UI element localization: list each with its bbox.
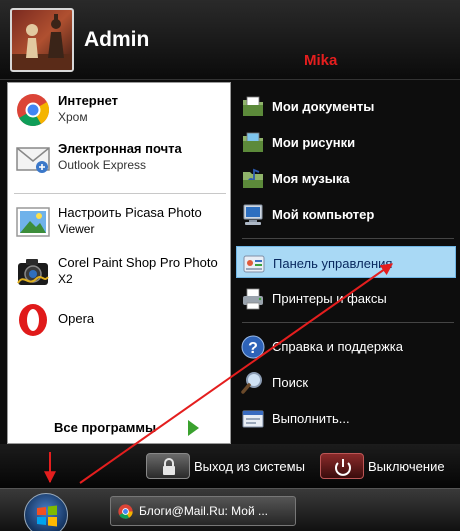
chess-icon	[12, 14, 72, 70]
all-programs-label: Все программы	[54, 420, 157, 435]
place-label: Мои рисунки	[272, 135, 356, 150]
printer-icon	[243, 288, 263, 310]
recent-item-picasa[interactable]: Настроить Picasa Photo Viewer	[12, 199, 228, 245]
place-my-pictures[interactable]: Мои рисунки	[236, 126, 456, 158]
user-name: Admin	[84, 28, 150, 51]
place-printers[interactable]: Принтеры и факсы	[236, 282, 456, 314]
start-menu-footer: Выход из системы Выключение	[0, 444, 460, 488]
corel-icon	[17, 259, 49, 285]
pane-separator	[14, 193, 226, 194]
arrow-right-icon	[188, 420, 199, 436]
pinned-item-subtitle: Хром	[58, 110, 88, 124]
pane-separator	[242, 322, 454, 323]
pinned-item-subtitle: Outlook Express	[58, 158, 147, 172]
music-icon	[243, 168, 263, 188]
place-label: Принтеры и факсы	[272, 291, 387, 306]
place-my-music[interactable]: Моя музыка	[236, 162, 456, 194]
start-menu-header: Admin Mika	[0, 0, 460, 80]
place-my-documents[interactable]: Мои документы	[236, 90, 456, 122]
place-label: Справка и поддержка	[272, 339, 403, 354]
place-my-computer[interactable]: Мой компьютер	[236, 198, 456, 230]
svg-text:?: ?	[248, 340, 258, 357]
shutdown-button-frame	[320, 453, 364, 479]
recent-item-corel[interactable]: Corel Paint Shop Pro Photo X2	[12, 249, 228, 295]
control-panel-icon	[243, 255, 265, 273]
place-help[interactable]: ? Справка и поддержка	[236, 330, 456, 362]
logoff-button-frame	[146, 453, 190, 479]
lock-icon	[163, 458, 175, 475]
chrome-icon	[17, 94, 50, 127]
opera-icon	[19, 304, 47, 336]
chrome-icon	[118, 504, 133, 519]
logoff-label: Выход из системы	[194, 459, 305, 474]
recent-item-line1: Corel Paint Shop Pro Photo	[58, 255, 218, 270]
taskbar-window-button[interactable]: Блоги@Mail.Ru: Мой ...	[110, 496, 296, 526]
place-label: Мой компьютер	[272, 207, 375, 222]
taskbar: Блоги@Mail.Ru: Мой ...	[0, 488, 460, 531]
recent-item-line2: Viewer	[58, 222, 95, 236]
place-label: Панель управления	[273, 256, 393, 271]
documents-icon	[243, 96, 263, 116]
picasa-icon	[16, 207, 50, 237]
user-avatar[interactable]	[10, 8, 74, 72]
search-icon	[241, 372, 262, 394]
help-icon: ?	[241, 335, 265, 359]
pane-separator	[242, 238, 454, 239]
pinned-item-title: Интернет	[58, 93, 119, 108]
programs-pane: Интернет Хром Электронная почта Outlook …	[7, 82, 231, 444]
place-label: Поиск	[272, 375, 309, 390]
places-pane: Мои документы Мои рисунки Моя музыка Мой…	[232, 82, 460, 444]
pictures-icon	[243, 132, 263, 152]
place-search[interactable]: Поиск	[236, 366, 456, 398]
power-icon	[335, 459, 351, 476]
place-run[interactable]: Выполнить...	[236, 402, 456, 434]
pinned-item-internet[interactable]: Интернет Хром	[12, 87, 228, 133]
place-label: Моя музыка	[272, 171, 350, 186]
all-programs-button[interactable]: Все программы	[8, 413, 230, 443]
computer-icon	[243, 204, 263, 225]
mail-icon	[16, 147, 50, 173]
place-label: Мои документы	[272, 99, 375, 114]
run-icon	[242, 410, 264, 428]
recent-item-opera[interactable]: Opera	[12, 297, 228, 343]
place-label: Выполнить...	[272, 411, 350, 426]
place-control-panel[interactable]: Панель управления	[236, 246, 456, 278]
windows-logo-icon	[37, 505, 57, 527]
pinned-item-email[interactable]: Электронная почта Outlook Express	[12, 135, 228, 181]
watermark-text: Mika	[304, 52, 338, 69]
taskbar-window-title: Блоги@Mail.Ru: Мой ...	[139, 504, 268, 518]
pinned-item-title: Электронная почта	[58, 141, 182, 156]
recent-item-line1: Настроить Picasa Photo	[58, 205, 202, 220]
recent-item-line1: Opera	[58, 311, 95, 326]
start-menu: Admin Mika Интернет Хром Электронная поч…	[0, 0, 460, 488]
shutdown-label: Выключение	[368, 459, 445, 474]
start-button[interactable]	[24, 493, 68, 531]
recent-item-line2: X2	[58, 272, 73, 286]
